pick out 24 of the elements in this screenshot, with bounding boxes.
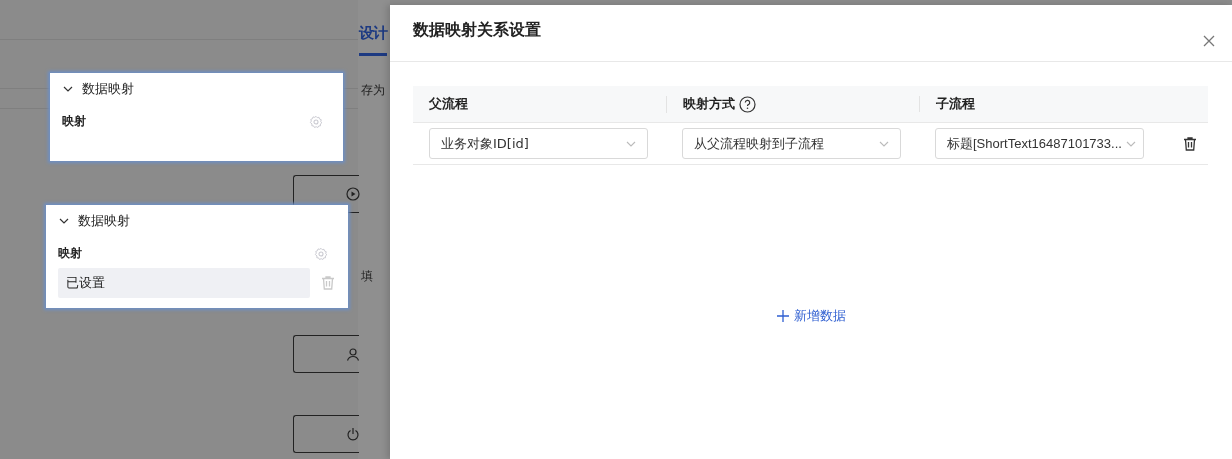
- power-icon[interactable]: [346, 427, 360, 441]
- card-title: 数据映射: [82, 80, 134, 98]
- drawer-title: 数据映射关系设置: [413, 19, 541, 41]
- card-title: 数据映射: [78, 212, 130, 230]
- side-label: 填: [361, 268, 374, 285]
- close-icon[interactable]: [1202, 34, 1216, 48]
- delete-icon[interactable]: [1182, 135, 1198, 152]
- column-header: 父流程: [429, 96, 468, 112]
- mapping-value: 已设置: [58, 268, 310, 298]
- side-label: 存为: [361, 82, 386, 99]
- field-label: 映射: [62, 113, 86, 130]
- play-icon[interactable]: [346, 187, 360, 201]
- node-card[interactable]: 数据映射 映射: [50, 73, 343, 161]
- add-data-button[interactable]: 新增数据: [776, 307, 846, 325]
- help-icon[interactable]: [739, 95, 756, 113]
- column-header: 子流程: [936, 96, 975, 112]
- column-header: 映射方式: [683, 96, 735, 112]
- select-field[interactable]: 标题[ShortText16487101733...: [935, 128, 1144, 159]
- user-icon[interactable]: [346, 347, 360, 361]
- select-field[interactable]: 从父流程映射到子流程: [682, 128, 901, 159]
- plus-icon: [776, 309, 790, 323]
- node-card[interactable]: 数据映射 映射 已设置: [46, 205, 348, 308]
- field-label: 映射: [58, 245, 82, 262]
- select-field[interactable]: 业务对象ID[id]: [429, 128, 648, 159]
